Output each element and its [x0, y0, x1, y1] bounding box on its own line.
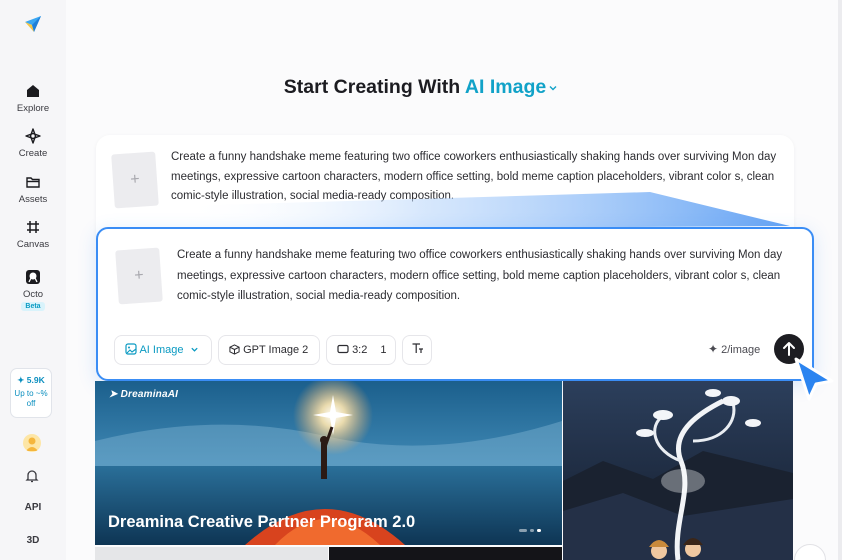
- plus-icon: +: [133, 266, 145, 285]
- model-type-label: AI Image: [464, 76, 547, 98]
- reference-image-slot[interactable]: +: [115, 247, 163, 305]
- prompt-card: + Create a funny handshake meme featurin…: [96, 227, 814, 381]
- folder-icon: [26, 177, 40, 188]
- model-label: GPT Image 2: [243, 344, 309, 356]
- sidebar-item-label: Create: [18, 148, 48, 159]
- avatar-icon: [26, 437, 38, 451]
- credit-count: 5.9K: [26, 375, 45, 385]
- sidebar-item-label: Octo: [22, 289, 44, 300]
- sidebar-item-canvas[interactable]: Canvas: [0, 218, 66, 250]
- model-selector[interactable]: GPT Image 2: [218, 335, 320, 365]
- chevron-down-icon: [190, 347, 198, 352]
- mode-label: AI Image: [139, 344, 184, 356]
- title-prefix: Start Creating With: [283, 76, 461, 98]
- aspect-ratio-icon: [337, 344, 349, 354]
- ratio-selector[interactable]: 3:2 1: [326, 335, 396, 365]
- gallery-image[interactable]: [95, 547, 328, 560]
- cube-icon: [229, 344, 240, 355]
- ratio-label: 3:2: [352, 344, 368, 356]
- sidebar-item-assets[interactable]: Assets: [0, 173, 66, 205]
- transition-beam: [180, 192, 790, 230]
- canvas-icon: [27, 221, 39, 233]
- cost-label: 2/image: [721, 344, 761, 356]
- banner-title: Dreamina Creative Partner Program 2.0: [108, 513, 416, 531]
- scrollbar[interactable]: [838, 0, 842, 560]
- page-title: Start Creating With AI Image: [0, 76, 842, 99]
- banner-brand-text: DreaminaAI: [120, 389, 179, 400]
- mode-dropdown[interactable]: AI Image: [114, 335, 212, 365]
- image-icon: [125, 343, 137, 355]
- sidebar-item-octo[interactable]: Octo Beta: [0, 268, 66, 311]
- octo-icon: [26, 270, 40, 284]
- dreamina-logo-icon: ➤: [109, 389, 118, 400]
- prompt-input[interactable]: Create a funny handshake meme featuring …: [177, 245, 805, 307]
- help-button[interactable]: [794, 544, 826, 560]
- plus-icon: +: [129, 170, 141, 189]
- 3d-link[interactable]: 3D: [0, 535, 66, 546]
- beta-badge: Beta: [21, 302, 45, 311]
- dreamina-logo[interactable]: [22, 13, 44, 35]
- sidebar-item-create[interactable]: Create: [0, 127, 66, 159]
- api-link[interactable]: API: [0, 502, 66, 513]
- sidebar-item-label: Assets: [18, 194, 48, 205]
- credits-promo[interactable]: ✦ 5.9K Up to ~% off: [10, 368, 52, 418]
- generation-cost: ✦ 2/image: [708, 342, 760, 356]
- carousel-dots[interactable]: [519, 528, 551, 534]
- sparkle-icon: ✦: [708, 342, 719, 356]
- sidebar-item-label: Canvas: [16, 239, 50, 250]
- chevron-down-icon: [549, 85, 557, 91]
- model-type-dropdown[interactable]: AI Image: [465, 76, 558, 98]
- promo-banner[interactable]: ➤ DreaminaAI Dreamina Creative Partner P…: [95, 381, 562, 545]
- gallery-image[interactable]: [329, 547, 562, 560]
- sparkle-icon: ✦: [17, 375, 25, 385]
- bell-icon[interactable]: [24, 468, 40, 484]
- sparkle-icon: [25, 128, 41, 144]
- text-format-icon: [412, 343, 423, 353]
- gallery-image[interactable]: [563, 381, 793, 560]
- sidebar-item-label: Explore: [16, 103, 50, 114]
- count-label: 1: [380, 344, 387, 356]
- text-settings-button[interactable]: [402, 335, 432, 365]
- banner-brand: ➤ DreaminaAI: [109, 389, 178, 400]
- avatar[interactable]: [23, 434, 41, 452]
- gallery-artwork: [563, 381, 793, 560]
- pointer-cursor-icon: [794, 357, 834, 401]
- reference-image-slot[interactable]: +: [111, 151, 159, 209]
- promo-offer: Up to ~% off: [14, 389, 48, 408]
